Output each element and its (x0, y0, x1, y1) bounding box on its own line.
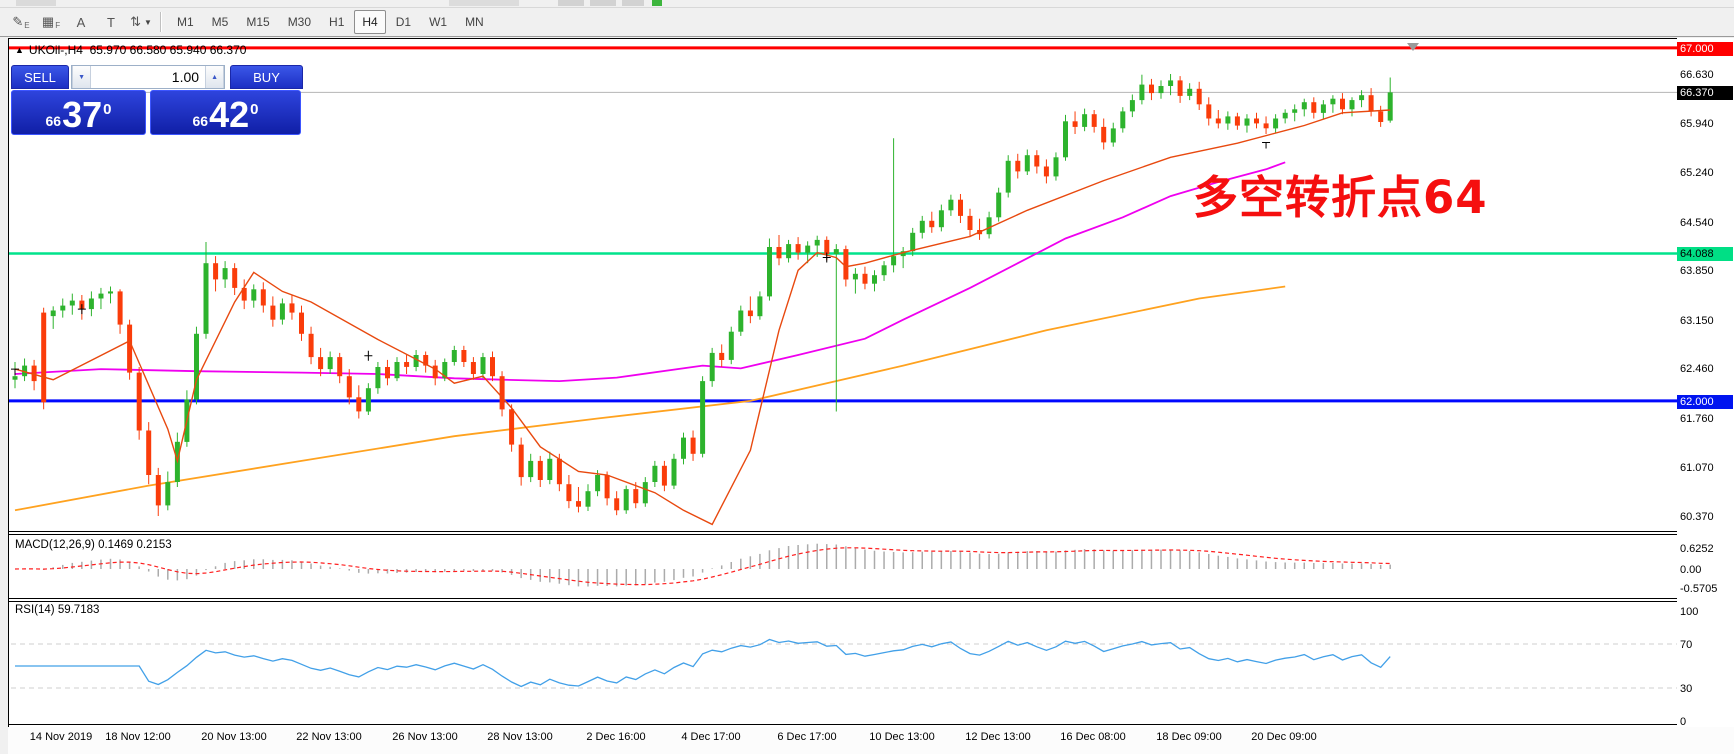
date-axis-label: 22 Nov 13:00 (296, 731, 362, 743)
timeframe-button-m5[interactable]: M5 (204, 10, 237, 34)
toolbar-separator (160, 12, 162, 32)
sell-button[interactable]: SELL (11, 65, 70, 89)
chart-annotation-text: 多空转折点64 (1193, 171, 1488, 224)
mt4-terminal: ✎ E ▦ F A T ⇅ ▼ M1 M5 M15 M30 H1 H4 D1 W1 MN ▲ UKOil-,H4… (0, 0, 1734, 754)
price-axis-label: 61.070 (1680, 462, 1714, 474)
price-axis-label: 64.088 (1677, 247, 1733, 261)
sell-price-big: 37 (62, 94, 103, 135)
price-axis-label: 62.460 (1680, 363, 1714, 375)
grid-template-icon[interactable]: ▦ F (37, 10, 65, 34)
chart-window[interactable]: ▲ UKOil-,H4 65.970 66.580 65.940 66.370 S… (8, 38, 1734, 754)
drawing-tools-group: ✎ E ▦ F A T ⇅ ▼ (0, 10, 156, 34)
toolbar-fragment (622, 0, 644, 6)
macd-axis-label: -0.5705 (1680, 583, 1718, 595)
timeframe-button-m30[interactable]: M30 (280, 10, 319, 34)
date-axis-label: 18 Nov 12:00 (105, 731, 171, 743)
toolbar-fragment (590, 0, 616, 6)
date-axis-label: 26 Nov 13:00 (392, 731, 458, 743)
buy-button[interactable]: BUY (230, 65, 303, 89)
timeframe-button-h4[interactable]: H4 (354, 10, 386, 34)
lot-size-stepper: ▼ ▲ (71, 65, 226, 89)
price-axis-label: 65.940 (1680, 118, 1714, 130)
buy-price-sup: 0 (250, 101, 259, 118)
timeframe-buttons-group: M1 M5 M15 M30 H1 H4 D1 W1 MN (168, 10, 493, 34)
buy-price-small: 66 (192, 113, 209, 129)
sell-price-tile[interactable]: 66 37 0 (11, 90, 146, 135)
price-chart[interactable] (9, 39, 1734, 754)
price-axis-label: 64.540 (1680, 217, 1714, 229)
price-axis-label: 62.000 (1677, 395, 1733, 409)
buy-price-big: 42 (209, 94, 250, 135)
text-label-icon[interactable]: A (67, 10, 95, 34)
date-axis-label: 14 Nov 2019 (29, 731, 93, 743)
date-axis-label: 2 Dec 16:00 (586, 731, 646, 743)
draw-indicator-icon[interactable]: ✎ E (7, 10, 35, 34)
timeframe-button-d1[interactable]: D1 (388, 10, 419, 34)
date-axis-label: 16 Dec 08:00 (1060, 731, 1126, 743)
macd-axis-label: 0.00 (1680, 564, 1702, 576)
price-axis-label: 63.150 (1680, 315, 1714, 327)
chart-title: ▲ UKOil-,H4 65.970 66.580 65.940 66.370 (15, 43, 246, 57)
price-axis-label: 65.240 (1680, 167, 1714, 179)
sell-price-small: 66 (45, 113, 62, 129)
date-axis-label: 12 Dec 13:00 (965, 731, 1031, 743)
timeframe-button-mn[interactable]: MN (457, 10, 492, 34)
text-box-icon[interactable]: T (97, 10, 125, 34)
ohlc-values: 65.970 66.580 65.940 66.370 (89, 43, 247, 57)
toolbar-fragment (16, 0, 56, 6)
rsi-axis-label: 30 (1680, 683, 1693, 695)
lot-increase-button[interactable]: ▲ (205, 66, 225, 88)
price-axis-label: 60.370 (1680, 511, 1714, 523)
chart-toolbar: ✎ E ▦ F A T ⇅ ▼ M1 M5 M15 M30 H1 H4 D1 W1 MN (0, 8, 1734, 37)
rsi-axis-label: 100 (1680, 606, 1699, 618)
macd-axis-label: 0.6252 (1680, 543, 1714, 555)
price-axis-label: 66.370 (1677, 86, 1733, 100)
chart-profile-icon (652, 0, 662, 6)
toolbar-fragment (449, 0, 519, 6)
price-axis[interactable]: 67.000 66.630 66.370 65.940 65.240 64.540 64.0… (1677, 38, 1734, 728)
cutoff-toolbar-row (0, 0, 1734, 8)
one-click-trading-panel: SELL ▼ ▲ BUY 66 37 0 66 42 0 (11, 65, 303, 135)
timeframe-button-w1[interactable]: W1 (421, 10, 455, 34)
arrange-arrows-icon[interactable]: ⇅ ▼ (127, 10, 155, 34)
sell-price-sup: 0 (103, 101, 112, 118)
lot-size-input[interactable] (91, 66, 206, 88)
buy-price-tile[interactable]: 66 42 0 (150, 90, 301, 135)
rsi-indicator-label: RSI(14) 59.7183 (15, 604, 100, 616)
date-axis-label: 18 Dec 09:00 (1156, 731, 1222, 743)
price-axis-label: 63.850 (1680, 265, 1714, 277)
date-axis-label: 20 Nov 13:00 (201, 731, 267, 743)
timeframe-button-m1[interactable]: M1 (169, 10, 202, 34)
date-axis-label: 4 Dec 17:00 (681, 731, 741, 743)
macd-indicator-label: MACD(12,26,9) 0.1469 0.2153 (15, 539, 172, 551)
date-axis-label: 10 Dec 13:00 (869, 731, 935, 743)
timeframe-button-m15[interactable]: M15 (238, 10, 277, 34)
date-axis-label: 6 Dec 17:00 (777, 731, 837, 743)
date-axis-label: 20 Dec 09:00 (1251, 731, 1317, 743)
price-axis-label: 61.760 (1680, 413, 1714, 425)
lot-decrease-button[interactable]: ▼ (72, 66, 92, 88)
toolbar-fragment (558, 0, 584, 6)
date-axis-label: 28 Nov 13:00 (487, 731, 553, 743)
collapse-triangle-icon[interactable]: ▲ (15, 45, 24, 55)
price-axis-label: 66.630 (1680, 69, 1714, 81)
price-axis-label: 67.000 (1677, 42, 1733, 56)
date-axis[interactable]: 14 Nov 2019 18 Nov 12:00 20 Nov 13:00 22 No… (8, 727, 1734, 754)
timeframe-button-h1[interactable]: H1 (321, 10, 352, 34)
symbol-name: UKOil-,H4 (28, 43, 83, 57)
rsi-axis-label: 70 (1680, 639, 1693, 651)
